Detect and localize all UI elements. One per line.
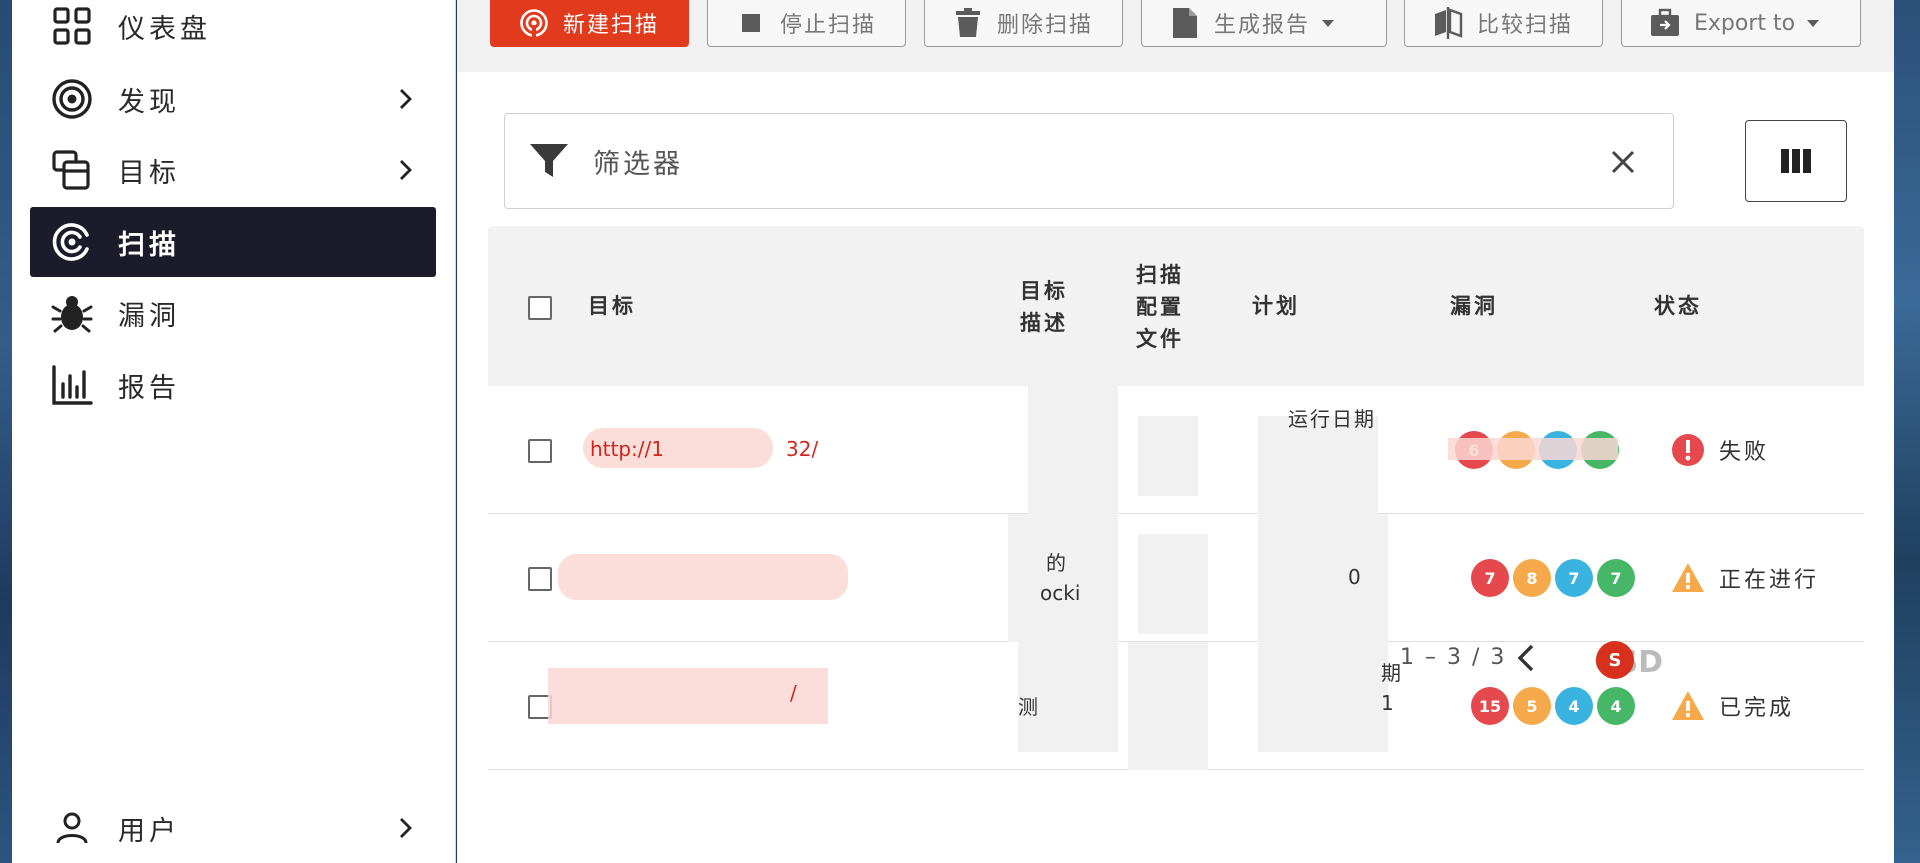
table-header: 目标 目标 描述 扫描 配置 文件 计划 漏洞 状态 (488, 226, 1864, 386)
column-header-schedule[interactable]: 计划 (1252, 290, 1300, 322)
user-icon (50, 806, 94, 850)
row-checkbox[interactable] (528, 439, 552, 463)
bug-icon (50, 291, 94, 335)
new-scan-label: 新建扫描 (563, 13, 660, 38)
column-header-vulnerabilities[interactable]: 漏洞 (1450, 290, 1498, 322)
status-in-progress: 正在进行 (1671, 561, 1819, 595)
bar-chart-icon (50, 363, 94, 407)
stop-scan-button[interactable]: 停止扫描 (707, 0, 906, 47)
sidebar-item-targets[interactable]: 目标 (30, 135, 436, 205)
target-link-tail[interactable]: 32/ (786, 434, 818, 464)
export-to-button[interactable]: Export to (1621, 0, 1861, 47)
stop-scan-label: 停止扫描 (780, 13, 877, 38)
compare-scans-button[interactable]: 比较扫描 (1404, 0, 1603, 47)
status-text: 正在进行 (1719, 568, 1820, 593)
stop-icon (736, 8, 766, 38)
sidebar-item-label: 扫描 (118, 229, 180, 261)
document-icon (1170, 8, 1200, 38)
dashboard-icon (50, 4, 94, 48)
target-link[interactable]: http://1 (590, 434, 664, 464)
pagination-range: 1 – 3 / 3 (1400, 645, 1507, 670)
vuln-high-badge[interactable]: 8 (1513, 559, 1551, 597)
caret-down-icon (1322, 20, 1335, 27)
column-header-target[interactable]: 目标 (588, 290, 636, 322)
sidebar-item-label: 发现 (118, 86, 180, 118)
compare-scans-label: 比较扫描 (1477, 13, 1574, 38)
chevron-right-icon (400, 160, 412, 180)
filter-icon (530, 144, 568, 177)
redacted-region (1138, 416, 1198, 496)
status-failed: 失败 (1671, 433, 1769, 467)
pagination: 1 – 3 / 3 CSD S (488, 611, 1864, 721)
sidebar-item-dashboard[interactable]: 仪表盘 (30, 0, 436, 61)
vuln-medium-badge[interactable]: 7 (1555, 559, 1593, 597)
schedule-text: 运行日期 (1288, 407, 1376, 431)
target-rings-icon (50, 77, 94, 121)
generate-report-label: 生成报告 (1214, 13, 1311, 38)
sidebar-item-scans[interactable]: 扫描 (30, 207, 436, 277)
redacted-region (1448, 438, 1618, 460)
sidebar-item-user[interactable]: 用户 (30, 793, 436, 863)
warning-icon (1672, 563, 1704, 592)
desktop-background-right (1894, 0, 1920, 863)
sidebar-item-discovery[interactable]: 发现 (30, 64, 436, 134)
row-checkbox[interactable] (528, 567, 552, 591)
stacked-windows-icon (50, 148, 94, 192)
generate-report-button[interactable]: 生成报告 (1141, 0, 1387, 47)
scans-table: 目标 目标 描述 扫描 配置 文件 计划 漏洞 状态 http://1 32/ … (488, 226, 1864, 863)
delete-scan-button[interactable]: 删除扫描 (924, 0, 1123, 47)
main-content: 新建扫描 停止扫描 删除扫描 生成报告 比较扫描 Export to 筛选器 目… (457, 0, 1894, 863)
columns-icon (1781, 149, 1811, 173)
chevron-left-icon[interactable] (1510, 641, 1544, 675)
close-icon[interactable] (1609, 148, 1637, 176)
sidebar-item-label: 目标 (118, 157, 180, 189)
sidebar-item-reports[interactable]: 报告 (30, 350, 436, 420)
watermark-logo-icon: S (1596, 641, 1634, 679)
chevron-right-icon (400, 89, 412, 109)
toolbar: 新建扫描 停止扫描 删除扫描 生成报告 比较扫描 Export to (457, 0, 1894, 72)
sidebar-item-vulnerabilities[interactable]: 漏洞 (30, 278, 436, 348)
export-to-label: Export to (1694, 10, 1796, 36)
column-header-description[interactable]: 目标 描述 (1020, 275, 1080, 339)
select-all-checkbox[interactable] (528, 296, 552, 320)
desktop-background-left (0, 0, 12, 863)
filter-label: 筛选器 (593, 148, 683, 180)
error-icon (1672, 434, 1704, 466)
description-text: 的 (1046, 551, 1066, 575)
caret-down-icon (1807, 20, 1820, 27)
sidebar-item-label: 漏洞 (118, 300, 180, 332)
redacted-region (558, 554, 848, 600)
sidebar-item-label: 用户 (118, 815, 180, 847)
delete-scan-label: 删除扫描 (997, 13, 1094, 38)
vuln-critical-badge[interactable]: 7 (1471, 559, 1509, 597)
filter-bar[interactable]: 筛选器 (504, 113, 1674, 209)
compare-icon (1433, 7, 1463, 39)
new-scan-button[interactable]: 新建扫描 (490, 0, 689, 47)
chevron-right-icon (400, 818, 412, 838)
table-row[interactable]: http://1 32/ 运行日期 6 失败 (488, 386, 1864, 514)
status-text: 失败 (1719, 440, 1770, 465)
column-header-scan-profile[interactable]: 扫描 配置 文件 (1136, 259, 1196, 355)
description-text-line2: ocki (1040, 581, 1081, 605)
sidebar-item-label: 报告 (118, 372, 180, 404)
sidebar-item-label: 仪表盘 (118, 13, 211, 45)
column-header-status[interactable]: 状态 (1654, 290, 1702, 322)
schedule-text: 0 (1348, 565, 1361, 589)
radar-scan-icon (50, 220, 94, 264)
radar-scan-icon (519, 8, 549, 38)
briefcase-export-icon (1650, 8, 1680, 38)
vulnerability-counts: 7 8 7 7 (1471, 559, 1639, 597)
redacted-region (1028, 386, 1118, 514)
sidebar: 仪表盘 发现 目标 扫描 漏洞 报告 用户 (12, 0, 456, 863)
vuln-low-badge[interactable]: 7 (1597, 559, 1635, 597)
trash-icon (953, 8, 983, 38)
columns-toggle-button[interactable] (1745, 120, 1847, 202)
